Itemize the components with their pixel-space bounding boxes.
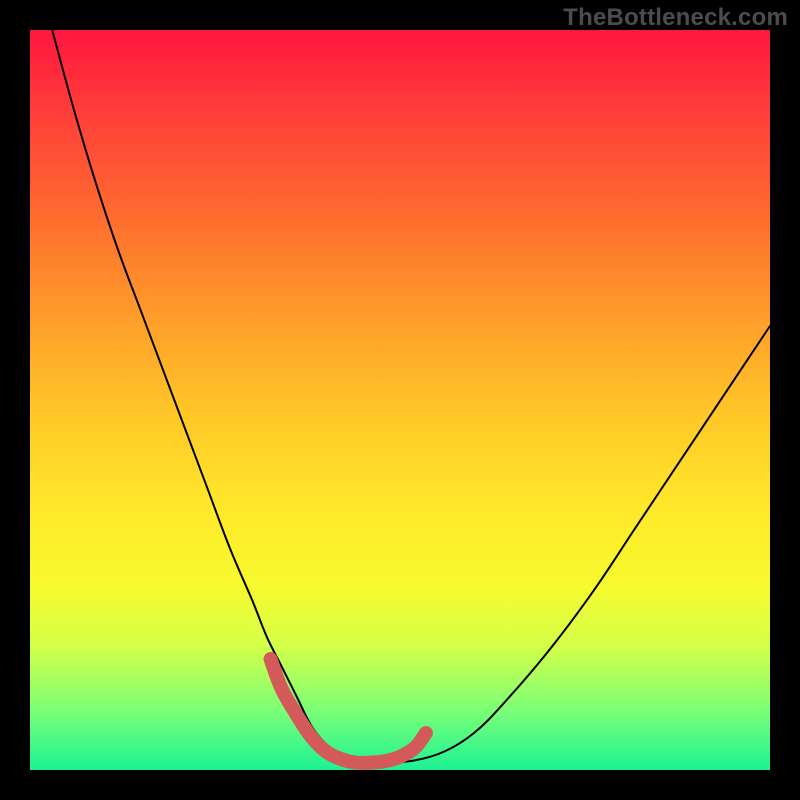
bottleneck-curve bbox=[52, 30, 770, 763]
curve-svg bbox=[30, 30, 770, 770]
watermark-text: TheBottleneck.com bbox=[563, 4, 788, 32]
chart-frame: TheBottleneck.com bbox=[0, 0, 800, 800]
bottleneck-highlight bbox=[271, 659, 426, 763]
plot-area bbox=[30, 30, 770, 770]
